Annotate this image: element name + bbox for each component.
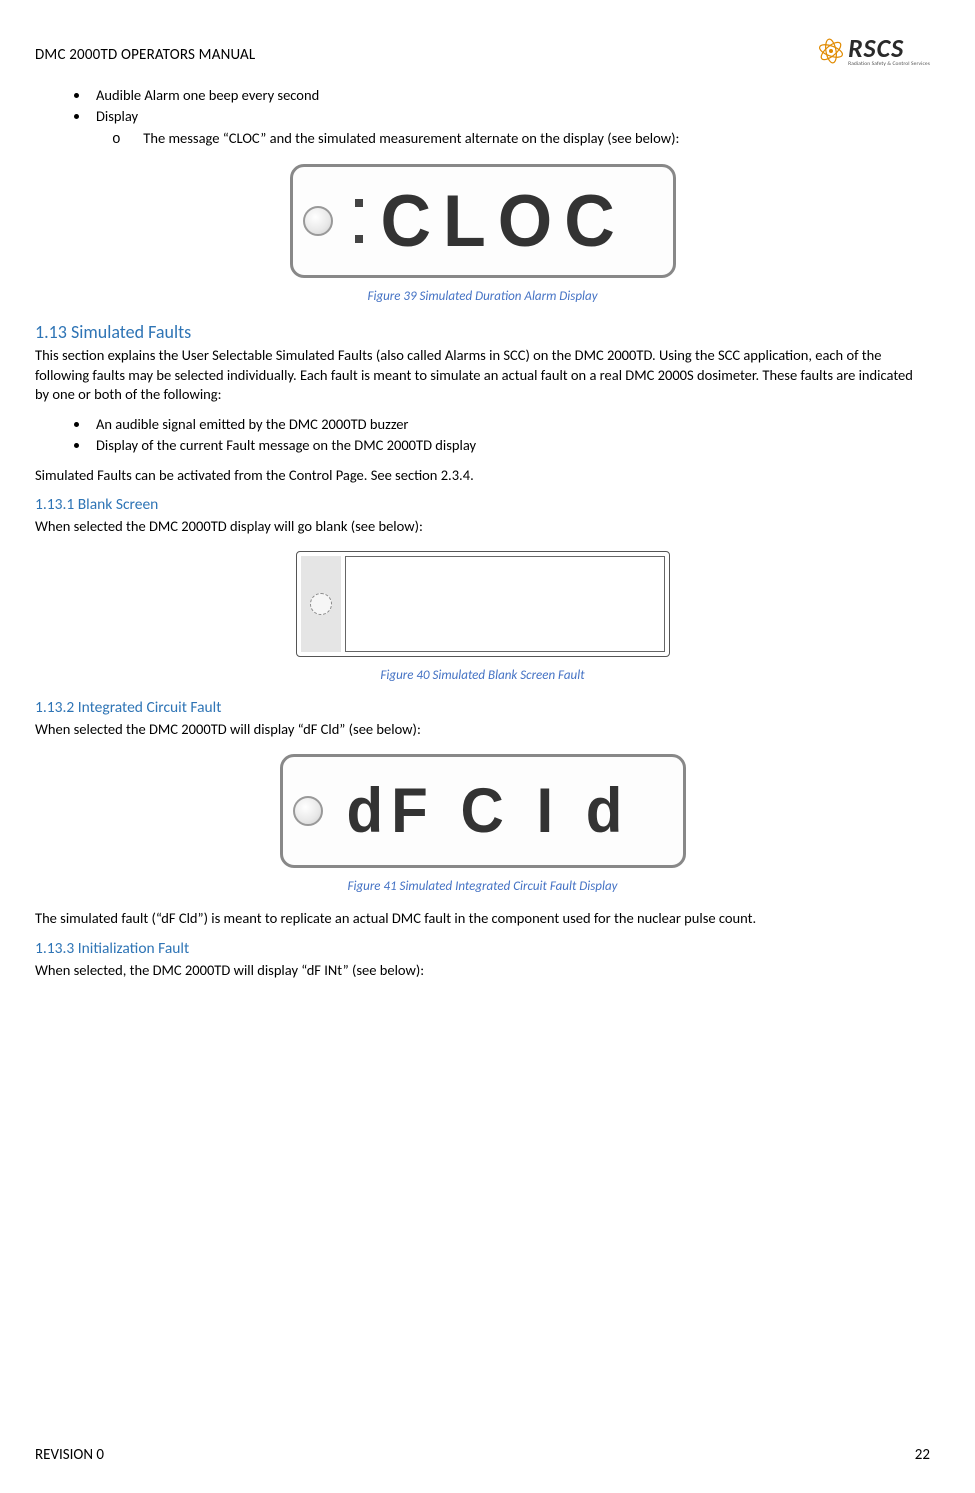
footer-page-number: 22 (915, 1445, 930, 1465)
section-para: The simulated fault (“dF Cld”) is meant … (35, 909, 930, 929)
device-button-icon (293, 796, 323, 826)
bullet-item: Audible Alarm one beep every second (90, 86, 930, 106)
logo: RSCS Radiation Safety & Control Services (816, 35, 930, 68)
lcd-screen: CLOC (343, 175, 663, 267)
page-header: DMC 2000TD OPERATORS MANUAL RSCS Radiati… (35, 35, 930, 68)
bullet-item: An audible signal emitted by the DMC 200… (90, 415, 930, 435)
page-footer: REVISION 0 22 (35, 1445, 930, 1465)
lcd-text: dF C I d (347, 779, 631, 842)
header-title: DMC 2000TD OPERATORS MANUAL (35, 35, 255, 65)
atom-icon (816, 36, 846, 66)
section-para: When selected the DMC 2000TD display wil… (35, 517, 930, 537)
section-para: When selected the DMC 2000TD will displa… (35, 720, 930, 740)
bullet-label: Display (96, 107, 138, 125)
logo-main: RSCS (848, 35, 930, 61)
section-heading-1133: 1.13.3 Initialization Fault (35, 939, 930, 960)
lcd-screen: dF C I d (333, 765, 673, 857)
device-button-icon (310, 593, 332, 615)
page-content: Audible Alarm one beep every second Disp… (35, 86, 930, 981)
top-bullet-list: Audible Alarm one beep every second Disp… (35, 86, 930, 151)
section-heading-1132: 1.13.2 Integrated Circuit Fault (35, 698, 930, 719)
footer-revision: REVISION 0 (35, 1445, 104, 1465)
section-para: This section explains the User Selectabl… (35, 346, 930, 405)
figure-41: dF C I d Figure 41 Simulated Integrated … (35, 754, 930, 896)
lcd-text: CLOC (381, 184, 627, 258)
figure-caption: Figure 39 Simulated Duration Alarm Displ… (35, 288, 930, 306)
logo-sub: Radiation Safety & Control Services (848, 62, 930, 68)
fault-indicator-list: An audible signal emitted by the DMC 200… (35, 415, 930, 456)
figure-39: CLOC Figure 39 Simulated Duration Alarm … (35, 164, 930, 306)
lcd-screen-blank (345, 556, 665, 652)
sub-bullet-text: The message “CLOC” and the simulated mea… (143, 129, 679, 147)
sub-bullet-item: The message “CLOC” and the simulated mea… (140, 129, 930, 151)
section-heading-1131: 1.13.1 Blank Screen (35, 495, 930, 516)
sub-bullet-list: The message “CLOC” and the simulated mea… (96, 129, 930, 151)
bullet-item: Display of the current Fault message on … (90, 436, 930, 456)
device-button-icon (303, 206, 333, 236)
section-para: When selected, the DMC 2000TD will displ… (35, 961, 930, 981)
section-heading-113: 1.13 Simulated Faults (35, 320, 930, 344)
figure-caption: Figure 40 Simulated Blank Screen Fault (35, 667, 930, 685)
section-para: Simulated Faults can be activated from t… (35, 466, 930, 486)
dosimeter-device: CLOC (290, 164, 676, 278)
colon-icon (355, 199, 363, 243)
bullet-item: Display The message “CLOC” and the simul… (90, 107, 930, 150)
dosimeter-device-blank (296, 551, 670, 657)
dosimeter-device: dF C I d (280, 754, 686, 868)
logo-text: RSCS Radiation Safety & Control Services (848, 35, 930, 68)
figure-40: Figure 40 Simulated Blank Screen Fault (35, 551, 930, 685)
figure-caption: Figure 41 Simulated Integrated Circuit F… (35, 878, 930, 896)
device-side-panel (301, 556, 341, 652)
